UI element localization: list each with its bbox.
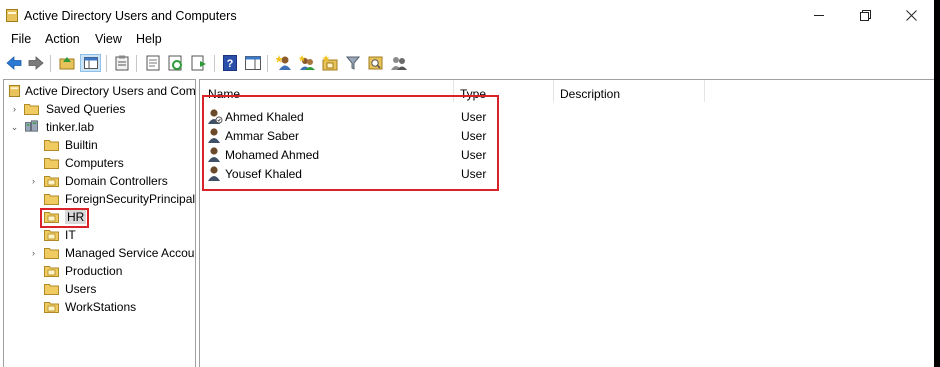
- add-to-group-icon[interactable]: [390, 54, 408, 72]
- tree-item-label: Managed Service Accounts: [65, 246, 196, 260]
- folder-icon: [44, 248, 59, 259]
- tree-item-saved-queries[interactable]: › Saved Queries: [4, 100, 195, 118]
- toolbar: ?: [0, 50, 934, 77]
- menu-bar: File Action View Help: [0, 31, 934, 49]
- tree-item-label: IT: [65, 228, 76, 242]
- close-button[interactable]: [888, 0, 934, 31]
- menu-action[interactable]: Action: [45, 32, 80, 46]
- chevron-right-icon[interactable]: ›: [29, 249, 38, 258]
- tree-item-it[interactable]: IT: [4, 226, 195, 244]
- ou-folder-icon: [44, 230, 59, 241]
- forward-arrow-icon[interactable]: [27, 54, 45, 72]
- tree-item-label: Saved Queries: [46, 102, 126, 116]
- properties-icon[interactable]: [113, 54, 131, 72]
- close-icon: [905, 10, 917, 21]
- tree-item-domain[interactable]: ⌄ tinker.lab: [4, 118, 195, 136]
- tree-root[interactable]: Active Directory Users and Computers: [4, 82, 195, 100]
- console-tree-icon[interactable]: [80, 54, 101, 72]
- new-ou-icon[interactable]: [321, 54, 339, 72]
- restore-icon: [859, 10, 871, 21]
- ou-folder-icon: [44, 176, 59, 187]
- folder-icon: [44, 284, 59, 295]
- folder-icon: [44, 140, 59, 151]
- toolbar-separator: [106, 55, 107, 72]
- chevron-down-icon[interactable]: ⌄: [10, 123, 19, 132]
- mmc-window: Active Directory Users and Computers Fil…: [0, 0, 934, 367]
- tree-item-builtin[interactable]: Builtin: [4, 136, 195, 154]
- menu-help[interactable]: Help: [136, 32, 162, 46]
- filter-icon[interactable]: [344, 54, 362, 72]
- folder-icon: [44, 158, 59, 169]
- svg-text:?: ?: [227, 58, 234, 70]
- results-pane: Name Type Description Ahmed Khaled User …: [199, 79, 934, 367]
- new-group-icon[interactable]: [298, 54, 316, 72]
- title-bar: Active Directory Users and Computers: [0, 0, 934, 31]
- app-icon: [6, 9, 18, 22]
- column-separator[interactable]: [704, 80, 705, 102]
- tree-item-users[interactable]: Users: [4, 280, 195, 298]
- users-highlight-box: [202, 95, 499, 191]
- chevron-right-icon[interactable]: ›: [29, 177, 38, 186]
- tree-item-hr[interactable]: HR: [4, 208, 195, 226]
- tree-root-label: Active Directory Users and Computers: [25, 84, 196, 98]
- new-user-icon[interactable]: [275, 54, 293, 72]
- toolbar-separator: [267, 55, 268, 72]
- tree-item-label: Builtin: [65, 138, 98, 152]
- refresh-icon[interactable]: [167, 54, 185, 72]
- tree-item-label: Domain Controllers: [65, 174, 168, 188]
- tree-item-label: ForeignSecurityPrincipals: [65, 192, 196, 206]
- find-icon[interactable]: [367, 54, 385, 72]
- tree-item-label: Computers: [65, 156, 124, 170]
- menu-view[interactable]: View: [95, 32, 122, 46]
- ad-book-icon: [8, 85, 21, 97]
- tree-item-computers[interactable]: Computers: [4, 154, 195, 172]
- folder-icon: [44, 194, 59, 205]
- help-icon[interactable]: ?: [221, 54, 239, 72]
- menu-file[interactable]: File: [11, 32, 31, 46]
- tree-item-foreign-security-principals[interactable]: ForeignSecurityPrincipals: [4, 190, 195, 208]
- export-list-icon[interactable]: [190, 54, 208, 72]
- console-tree-pane: Active Directory Users and Computers › S…: [3, 79, 196, 367]
- minimize-icon: [814, 15, 824, 16]
- tree-item-label: Users: [65, 282, 97, 296]
- ou-folder-icon: [44, 302, 59, 313]
- tree-item-label: Production: [65, 264, 123, 278]
- tree-item-managed-service-accounts[interactable]: › Managed Service Accounts: [4, 244, 195, 262]
- tree-item-domain-controllers[interactable]: › Domain Controllers: [4, 172, 195, 190]
- ou-folder-icon: [44, 266, 59, 277]
- show-action-pane-icon[interactable]: [244, 54, 262, 72]
- column-separator[interactable]: [553, 80, 554, 102]
- hr-highlight-box: [40, 208, 89, 228]
- folder-icon: [24, 104, 39, 115]
- domain-icon: [25, 120, 38, 132]
- restore-button[interactable]: [842, 0, 888, 31]
- minimize-button[interactable]: [796, 0, 842, 31]
- chevron-right-icon[interactable]: ›: [10, 105, 19, 114]
- column-header-description[interactable]: Description: [560, 80, 620, 102]
- toolbar-separator: [50, 55, 51, 72]
- toolbar-separator: [136, 55, 137, 72]
- toolbar-separator: [214, 55, 215, 72]
- back-arrow-icon[interactable]: [5, 54, 23, 72]
- export-icon[interactable]: [144, 54, 162, 72]
- tree-item-label: WorkStations: [65, 300, 137, 314]
- window-title: Active Directory Users and Computers: [24, 9, 237, 23]
- tree-item-workstations[interactable]: WorkStations: [4, 298, 195, 316]
- up-folder-icon[interactable]: [58, 54, 76, 72]
- tree-item-production[interactable]: Production: [4, 262, 195, 280]
- tree-item-label: tinker.lab: [46, 120, 95, 134]
